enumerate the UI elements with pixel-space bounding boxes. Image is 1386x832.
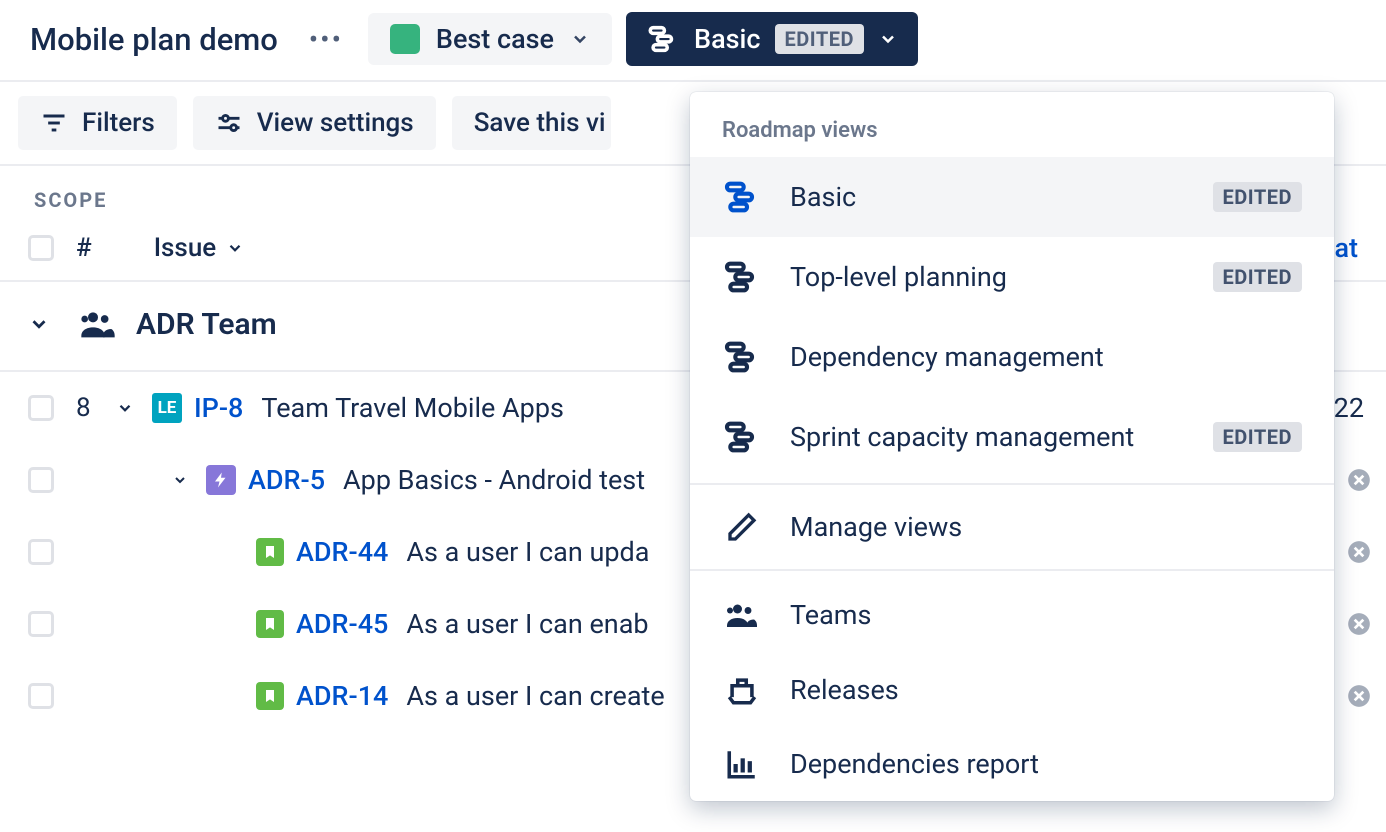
chevron-down-icon[interactable] — [172, 472, 188, 488]
dropdown-item-label: Releases — [790, 674, 899, 706]
view-label: Basic — [694, 23, 760, 55]
chart-icon — [722, 747, 762, 781]
pencil-icon — [722, 511, 762, 543]
dropdown-item-label: Top-level planning — [790, 261, 1007, 293]
scenario-dropdown[interactable]: Best case — [368, 13, 612, 65]
roadmap-icon — [646, 22, 680, 56]
issue-key-link[interactable]: ADR-44 — [296, 536, 388, 568]
releases-action[interactable]: Releases — [690, 653, 1334, 727]
row-checkbox[interactable] — [28, 467, 54, 493]
view-option-dependency[interactable]: Dependency management — [690, 317, 1334, 397]
plan-header: Mobile plan demo ••• Best case Basic EDI… — [0, 0, 1386, 82]
filter-icon — [40, 109, 68, 137]
view-dropdown-button[interactable]: Basic EDITED — [626, 12, 918, 66]
view-option-basic[interactable]: Basic EDITED — [690, 157, 1334, 237]
chevron-down-icon — [570, 29, 590, 49]
scenario-label: Best case — [436, 23, 554, 55]
chevron-down-icon[interactable] — [116, 399, 134, 417]
ship-icon — [722, 673, 762, 707]
edited-badge: EDITED — [1213, 422, 1302, 452]
issue-key-link[interactable]: ADR-45 — [296, 608, 388, 640]
roadmap-icon — [722, 337, 762, 377]
column-number: # — [76, 233, 92, 263]
row-checkbox[interactable] — [28, 611, 54, 637]
column-issue-label: Issue — [154, 233, 217, 263]
sliders-icon — [215, 109, 243, 137]
row-checkbox[interactable] — [28, 683, 54, 709]
story-icon — [256, 538, 284, 566]
edited-badge: EDITED — [1213, 262, 1302, 292]
separator — [690, 569, 1334, 571]
dropdown-item-label: Sprint capacity management — [790, 421, 1134, 453]
view-settings-button[interactable]: View settings — [193, 96, 436, 150]
dropdown-item-label: Manage views — [790, 511, 962, 543]
scenario-color-swatch — [390, 24, 420, 54]
story-icon — [256, 610, 284, 638]
epic-icon — [206, 465, 236, 495]
issue-title: Team Travel Mobile Apps — [261, 392, 564, 424]
close-icon[interactable] — [1346, 611, 1372, 637]
row-checkbox[interactable] — [28, 395, 54, 421]
story-icon — [256, 682, 284, 710]
filters-label: Filters — [82, 108, 155, 138]
roadmap-icon — [722, 257, 762, 297]
close-icon[interactable] — [1346, 683, 1372, 709]
dropdown-item-label: Teams — [790, 599, 871, 631]
more-actions-button[interactable]: ••• — [298, 17, 354, 61]
row-value: 22 — [1334, 392, 1364, 424]
dropdown-item-label: Basic — [790, 181, 856, 213]
views-dropdown: Roadmap views Basic EDITED Top-level pla… — [690, 92, 1334, 801]
column-issue[interactable]: Issue — [154, 233, 245, 263]
dropdown-header: Roadmap views — [690, 92, 1334, 157]
issue-title: App Basics - Android test — [343, 464, 645, 496]
issue-key-link[interactable]: ADR-5 — [248, 464, 325, 496]
save-label: Save this vi — [474, 108, 606, 138]
close-icon[interactable] — [1346, 467, 1372, 493]
roadmap-icon — [722, 417, 762, 457]
save-view-button[interactable]: Save this vi — [452, 96, 612, 150]
dropdown-item-label: Dependency management — [790, 341, 1104, 373]
row-number: 8 — [76, 393, 98, 423]
people-icon — [78, 304, 118, 344]
dependencies-report-action[interactable]: Dependencies report — [690, 727, 1334, 801]
issue-title: As a user I can enab — [406, 608, 648, 640]
view-option-top-level[interactable]: Top-level planning EDITED — [690, 237, 1334, 317]
chevron-down-icon[interactable] — [28, 313, 50, 335]
chevron-down-icon — [226, 239, 244, 257]
issue-key-link[interactable]: ADR-14 — [296, 680, 388, 712]
separator — [690, 483, 1334, 485]
roadmap-icon — [722, 177, 762, 217]
teams-action[interactable]: Teams — [690, 577, 1334, 653]
row-checkbox[interactable] — [28, 539, 54, 565]
team-name: ADR Team — [136, 307, 277, 342]
edited-badge: EDITED — [1213, 182, 1302, 212]
manage-views-action[interactable]: Manage views — [690, 491, 1334, 563]
view-settings-label: View settings — [257, 108, 414, 138]
issue-title: As a user I can upda — [406, 536, 649, 568]
issue-title: As a user I can create — [406, 680, 664, 712]
chevron-down-icon — [878, 29, 898, 49]
dropdown-item-label: Dependencies report — [790, 748, 1039, 780]
select-all-checkbox[interactable] — [28, 235, 54, 261]
filters-button[interactable]: Filters — [18, 96, 177, 150]
issue-key-link[interactable]: IP-8 — [194, 392, 243, 424]
people-icon — [722, 597, 762, 633]
initiative-icon: LE — [152, 393, 182, 423]
edited-badge: EDITED — [775, 24, 864, 54]
view-option-sprint-capacity[interactable]: Sprint capacity management EDITED — [690, 397, 1334, 477]
close-icon[interactable] — [1346, 539, 1372, 565]
plan-title: Mobile plan demo — [30, 21, 278, 58]
